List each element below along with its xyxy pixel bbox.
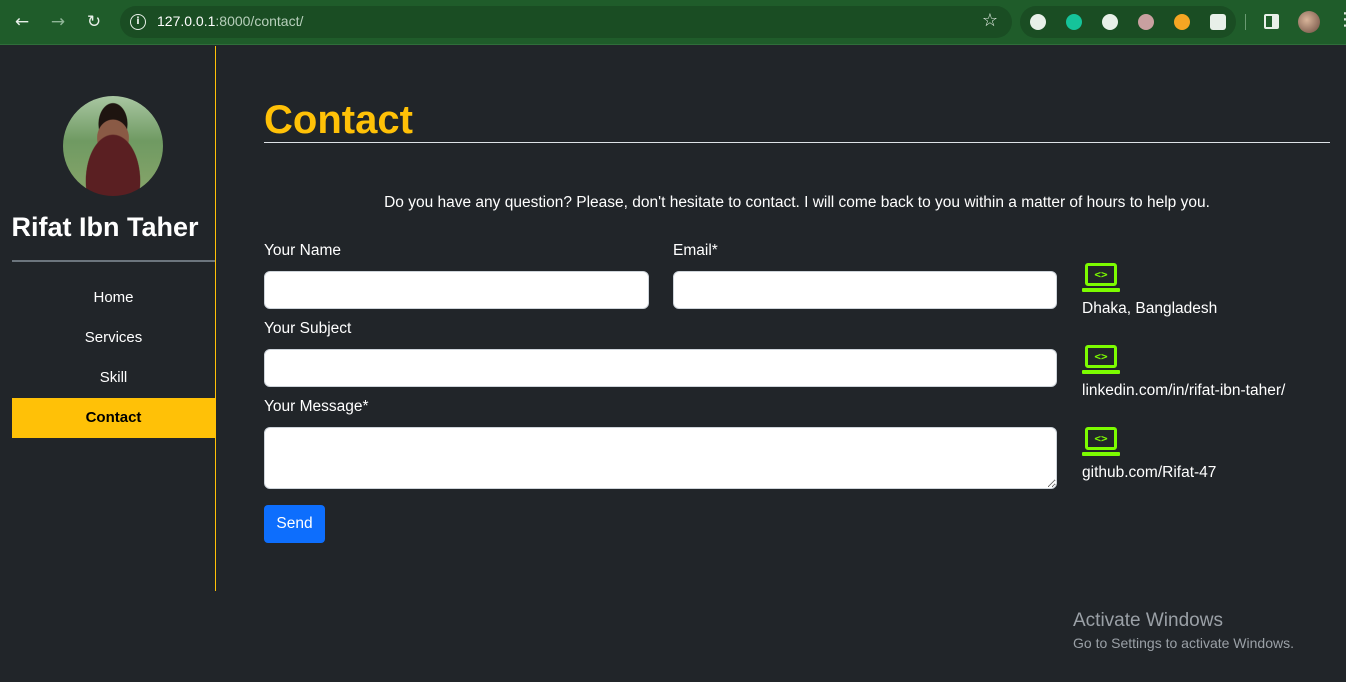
subject-label: Your Subject	[264, 320, 352, 337]
laptop-code-icon: <>	[1082, 345, 1120, 377]
url-text[interactable]: 127.0.0.1:8000/contact/	[157, 13, 303, 29]
reload-icon[interactable]: ↻	[82, 10, 106, 34]
url-host: 127.0.0.1	[157, 13, 216, 29]
sidebar-menu: Home Services Skill Contact	[12, 278, 215, 438]
sidebar-item-services[interactable]: Services	[12, 318, 215, 358]
orange-extension-icon[interactable]	[1174, 14, 1190, 30]
contact-linkedin-text: linkedin.com/in/rifat-ibn-taher/	[1082, 382, 1286, 399]
watermark-subtitle: Go to Settings to activate Windows.	[1073, 635, 1294, 651]
watermark-title: Activate Windows	[1073, 610, 1223, 631]
subject-input[interactable]	[264, 349, 1057, 387]
sidebar-item-contact[interactable]: Contact	[12, 398, 215, 438]
sidebar-item-home[interactable]: Home	[12, 278, 215, 318]
browser-toolbar: ← → ↻ i 127.0.0.1:8000/contact/ ☆ ⋮	[0, 0, 1346, 45]
grammarly-icon[interactable]	[1066, 14, 1082, 30]
forward-icon[interactable]: →	[46, 10, 70, 34]
email-label: Email*	[673, 242, 718, 259]
contact-github-text: github.com/Rifat-47	[1082, 464, 1217, 481]
url-path: :8000/contact/	[215, 13, 304, 29]
bookmark-star-icon[interactable]: ☆	[982, 10, 998, 31]
message-textarea[interactable]	[264, 427, 1057, 489]
contact-github: <> github.com/Rifat-47	[1082, 427, 1332, 482]
contact-location: <> Dhaka, Bangladesh	[1082, 263, 1332, 318]
contact-intro-text: Do you have any question? Please, don't …	[384, 194, 1210, 211]
address-bar[interactable]: i 127.0.0.1:8000/contact/ ☆	[120, 6, 1012, 38]
site-info-icon[interactable]: i	[130, 14, 146, 30]
sidebar-divider	[12, 260, 215, 262]
side-panel-icon[interactable]	[1264, 14, 1279, 29]
site-owner-name: Rifat Ibn Taher	[11, 212, 199, 242]
title-underline	[264, 142, 1330, 143]
send-button[interactable]: Send	[264, 505, 325, 543]
email-input[interactable]	[673, 271, 1057, 309]
browser-profile-avatar[interactable]	[1298, 11, 1320, 33]
page-title: Contact	[264, 98, 413, 142]
sidebar: Rifat Ibn Taher Home Services Skill Cont…	[0, 46, 216, 591]
laptop-code-icon: <>	[1082, 427, 1120, 459]
react-devtools-icon[interactable]	[1030, 14, 1046, 30]
extensions-bar	[1020, 6, 1236, 38]
name-label: Your Name	[264, 242, 341, 259]
back-icon[interactable]: ←	[10, 10, 34, 34]
contact-location-text: Dhaka, Bangladesh	[1082, 300, 1218, 317]
profile-photo	[63, 96, 163, 196]
incognito-extension-icon[interactable]	[1138, 14, 1154, 30]
globe-extension-icon[interactable]	[1102, 14, 1118, 30]
laptop-code-icon: <>	[1082, 263, 1120, 295]
toolbar-divider	[1245, 14, 1246, 30]
name-input[interactable]	[264, 271, 649, 309]
puzzle-extensions-icon[interactable]	[1210, 14, 1226, 30]
sidebar-item-skill[interactable]: Skill	[12, 358, 215, 398]
message-label: Your Message*	[264, 398, 369, 415]
contact-linkedin: <> linkedin.com/in/rifat-ibn-taher/	[1082, 345, 1332, 400]
windows-activation-watermark: Activate Windows Go to Settings to activ…	[1073, 610, 1294, 651]
browser-menu-icon[interactable]: ⋮	[1336, 9, 1346, 30]
